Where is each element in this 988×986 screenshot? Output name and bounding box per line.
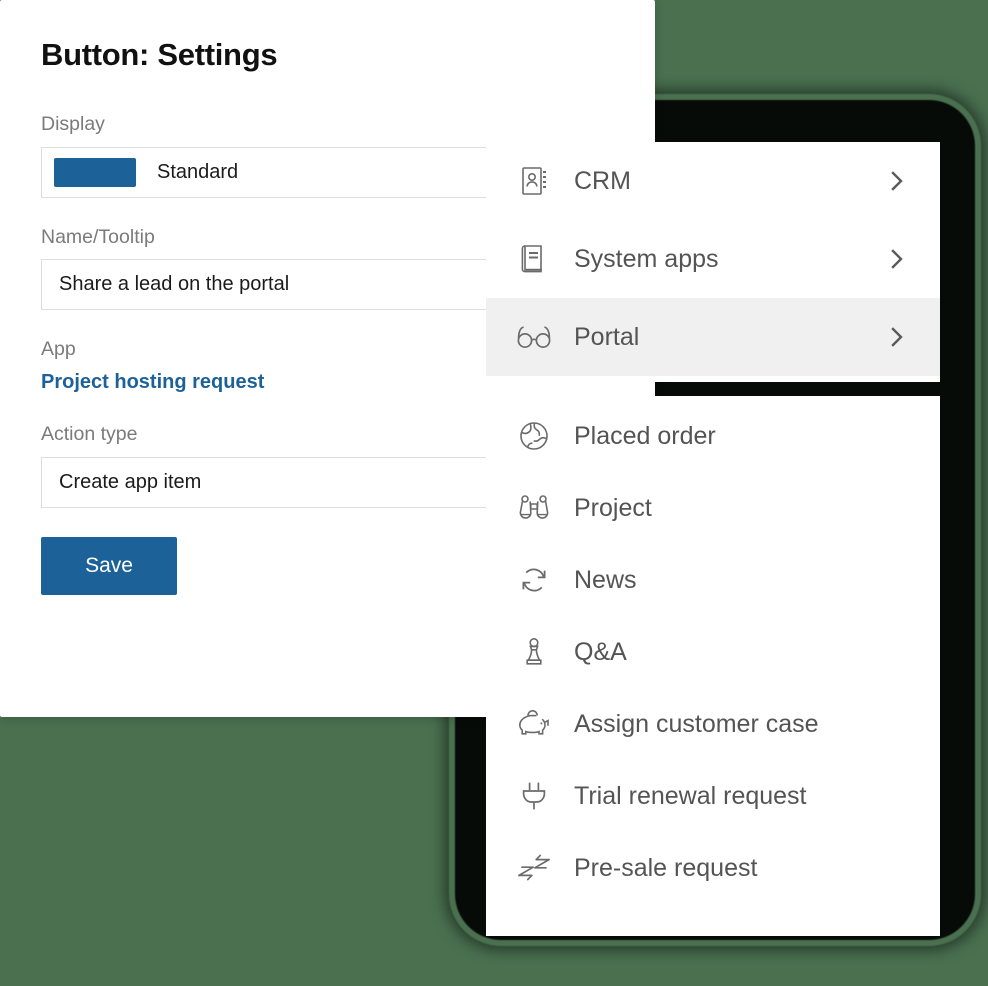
menu-item-label: CRM bbox=[574, 166, 631, 195]
refresh-icon bbox=[512, 564, 556, 596]
chevron-right-icon bbox=[890, 326, 904, 348]
menu-item-trial-renewal-request[interactable]: Trial renewal request bbox=[486, 760, 940, 832]
menu-item-assign-customer-case[interactable]: Assign customer case bbox=[486, 688, 940, 760]
chevron-right-icon bbox=[890, 170, 904, 192]
menu-item-crm[interactable]: CRM bbox=[486, 142, 940, 220]
action-type-value: Create app item bbox=[59, 471, 202, 494]
menu-item-system-apps[interactable]: System apps bbox=[486, 220, 940, 298]
menu-item-label: Portal bbox=[574, 322, 640, 351]
save-button[interactable]: Save bbox=[41, 536, 177, 595]
book-icon bbox=[512, 243, 556, 275]
globe-icon bbox=[512, 420, 556, 452]
menu-item-label: Pre-sale request bbox=[574, 853, 758, 882]
menu-item-label: Assign customer case bbox=[574, 709, 819, 738]
display-value: Standard bbox=[157, 161, 239, 184]
menu-item-portal[interactable]: Portal bbox=[486, 298, 940, 376]
menu-item-label: Placed order bbox=[574, 421, 716, 450]
lightning-arrows-icon bbox=[512, 854, 556, 882]
display-label: Display bbox=[41, 113, 105, 136]
chess-pawn-icon bbox=[512, 636, 556, 668]
menu-item-qa[interactable]: Q&A bbox=[486, 616, 940, 688]
name-tooltip-value: Share a lead on the portal bbox=[59, 273, 290, 296]
menu-item-label: Trial renewal request bbox=[574, 781, 807, 810]
menu-item-news[interactable]: News bbox=[486, 544, 940, 616]
address-book-icon bbox=[512, 165, 556, 197]
chevron-right-icon bbox=[890, 248, 904, 270]
glasses-icon bbox=[512, 324, 556, 350]
menu-item-pre-sale-request[interactable]: Pre-sale request bbox=[486, 832, 940, 904]
menu-item-project[interactable]: Project bbox=[486, 472, 940, 544]
app-category-menu: CRM System apps Portal bbox=[486, 142, 940, 382]
binoculars-icon bbox=[512, 492, 556, 524]
menu-item-label: System apps bbox=[574, 244, 719, 273]
menu-item-label: News bbox=[574, 565, 637, 594]
page-title: Button: Settings bbox=[41, 37, 278, 72]
menu-item-label: Q&A bbox=[574, 637, 627, 666]
display-color-swatch bbox=[54, 157, 136, 187]
piggy-bank-icon bbox=[512, 709, 556, 739]
app-list-menu: Placed order Project News Q&A Assign cus… bbox=[486, 396, 940, 936]
power-plug-icon bbox=[512, 780, 556, 812]
menu-item-label: Project bbox=[574, 493, 652, 522]
menu-item-placed-order[interactable]: Placed order bbox=[486, 400, 940, 472]
